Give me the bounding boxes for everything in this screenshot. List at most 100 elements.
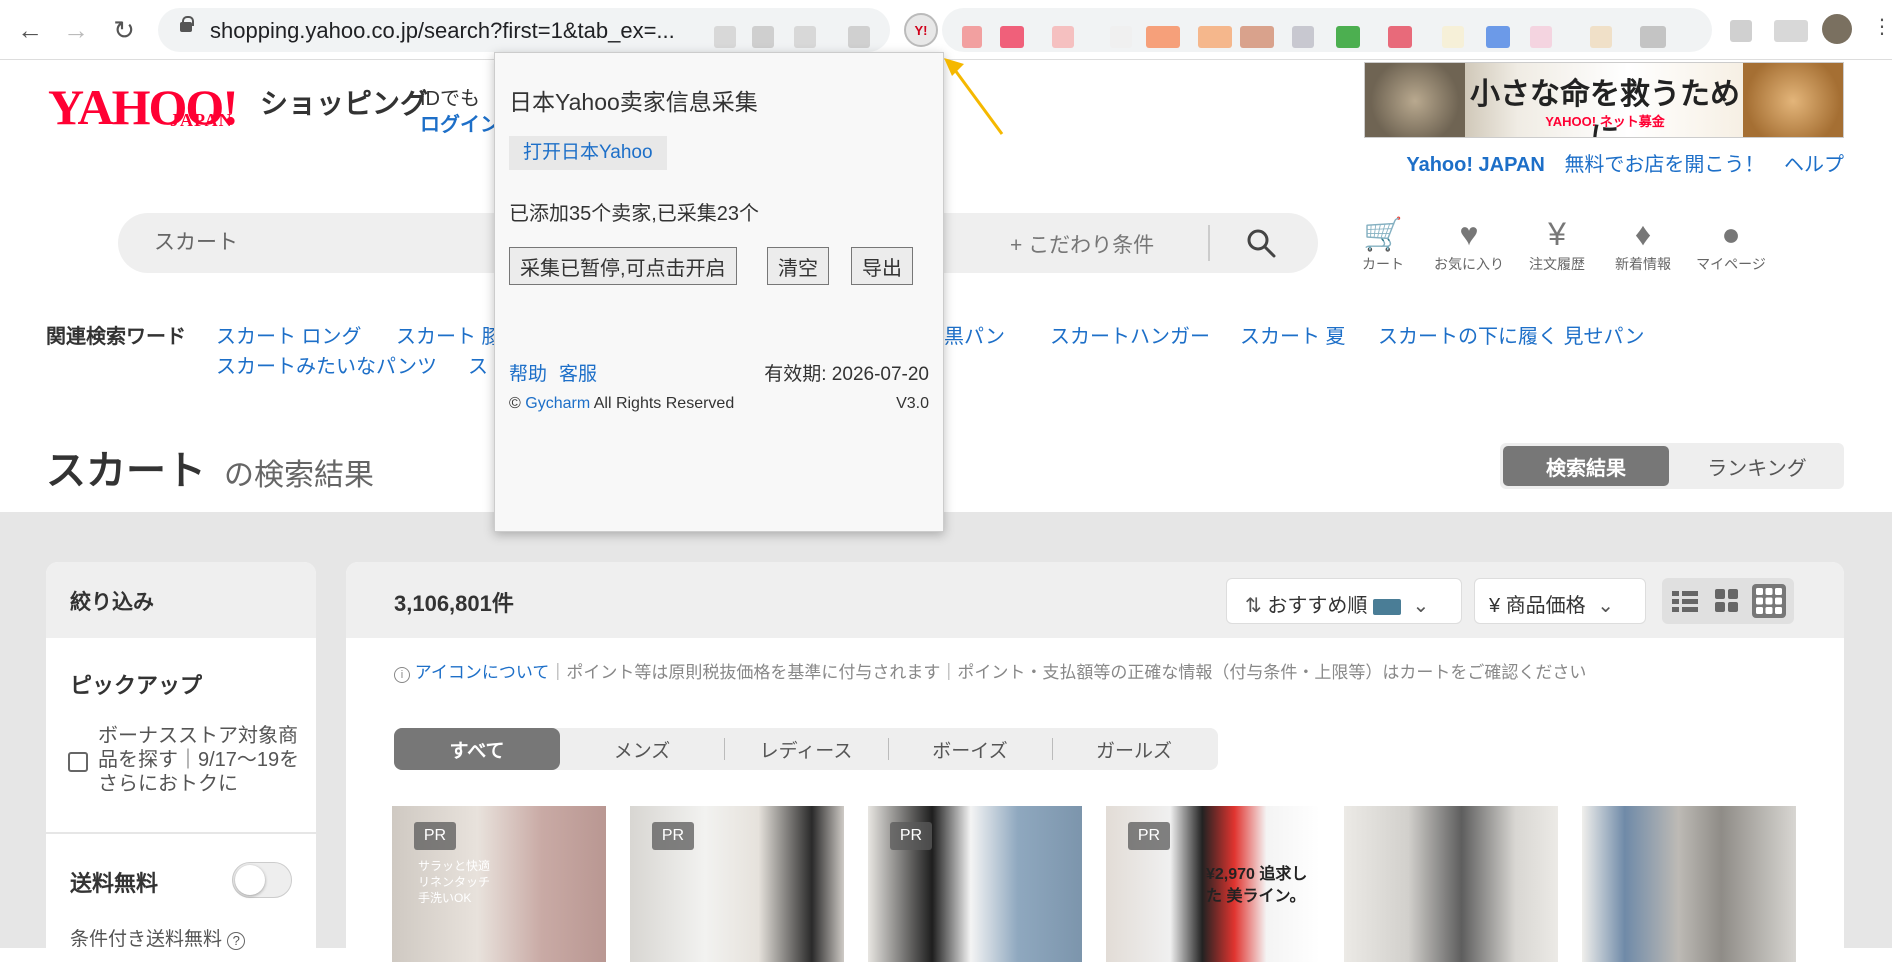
shopping-wordmark[interactable]: ショッピング [260, 82, 428, 122]
product-card[interactable] [1344, 806, 1558, 962]
help-link[interactable]: 帮助 [509, 359, 547, 386]
notice-bar: i アイコンについて｜ポイント等は原則税抜価格を基準に付与されます｜ポイント・支… [394, 658, 1586, 683]
back-icon[interactable]: ← [12, 12, 48, 48]
search-icon[interactable] [1246, 228, 1276, 258]
ext-block[interactable] [1198, 26, 1232, 48]
sort-dropdown[interactable]: ⇅ おすすめ順 ⌄ [1226, 578, 1462, 624]
ext-block[interactable] [1388, 26, 1412, 48]
product-card[interactable] [1582, 806, 1796, 962]
ext-block[interactable] [1590, 26, 1612, 48]
reload-icon[interactable]: ↻ [106, 12, 142, 48]
view-toggle: 検索結果 ランキング [1500, 443, 1844, 489]
toolbar-block[interactable] [1730, 20, 1752, 42]
notifications-button[interactable]: ♦ 新着情報 [1606, 214, 1680, 274]
help-circle-icon[interactable]: ? [227, 932, 246, 950]
blurred-block [752, 26, 774, 48]
ext-block[interactable] [1486, 26, 1510, 48]
ext-block[interactable] [962, 26, 982, 48]
related-word[interactable]: スカートみたいなパンツ [216, 350, 437, 379]
pickup-title: ピックアップ [70, 673, 203, 698]
open-yahoo-button[interactable]: 打开日本Yahoo [509, 136, 667, 170]
profile-avatar[interactable] [1822, 14, 1852, 44]
gycharm-link[interactable]: Gycharm [525, 395, 590, 412]
kodawari-condition-button[interactable]: + こだわり条件 [1010, 229, 1154, 259]
list-view-icon[interactable] [1668, 584, 1702, 618]
related-word[interactable]: ス [468, 350, 488, 379]
related-search-label: 関連検索ワード [46, 326, 186, 348]
ext-block[interactable] [1442, 26, 1464, 48]
icon-about-link[interactable]: アイコンについて [415, 663, 550, 682]
cart-label: カート [1362, 256, 1404, 272]
product-card[interactable]: PR サラッと快適 リネンタッチ 手洗いOK [392, 806, 606, 962]
conditional-shipping-text: 条件付き送料無料 [70, 929, 223, 950]
open-store-link[interactable]: 無料でお店を開こう！ [1564, 154, 1764, 176]
related-word[interactable]: 黒パン [944, 320, 1005, 349]
notifications-label: 新着情報 [1615, 256, 1671, 272]
ext-block[interactable] [1240, 26, 1274, 48]
tab-boys[interactable]: ボーイズ [888, 728, 1052, 770]
related-word[interactable]: スカート ロング [216, 320, 362, 349]
product-caption: ¥2,970 追求した 美ライン。 [1206, 866, 1308, 905]
ext-block[interactable] [1146, 26, 1180, 48]
popup-title: 日本Yahoo卖家信息采集 [509, 89, 758, 115]
cart-icon: 🛒 [1363, 216, 1403, 252]
ext-block[interactable] [1292, 26, 1314, 48]
order-history-label: 注文履歴 [1529, 256, 1585, 272]
login-link[interactable]: ログイン [420, 108, 500, 137]
tab-ladies[interactable]: レディース [724, 728, 888, 770]
ext-block[interactable] [1110, 26, 1132, 48]
ext-block[interactable] [1000, 26, 1024, 48]
related-word[interactable]: スカート 膝 [396, 320, 502, 349]
bell-icon: ♦ [1634, 216, 1652, 252]
results-panel: 3,106,801件 ⇅ おすすめ順 ⌄ ¥ 商品価格 ⌄ i アイコンについて… [346, 562, 1844, 962]
tab-ranking[interactable]: ランキング [1676, 446, 1838, 486]
bonus-store-label[interactable]: ボーナスストア対象商品を探す｜9/17〜19をさらにおトクに [98, 724, 308, 796]
ext-block[interactable] [1336, 26, 1360, 48]
url-text[interactable]: shopping.yahoo.co.jp/search?first=1&tab_… [210, 18, 675, 44]
mypage-button[interactable]: ● マイページ [1694, 214, 1768, 274]
blurred-block [794, 26, 816, 48]
collection-status: 已添加35个卖家,已采集23个 [509, 203, 760, 225]
tab-all[interactable]: すべて [394, 728, 560, 770]
gender-tabs: すべて メンズ レディース ボーイズ ガールズ [394, 728, 1218, 770]
address-bar[interactable]: shopping.yahoo.co.jp/search?first=1&tab_… [158, 8, 890, 52]
free-shipping-toggle[interactable] [232, 862, 292, 898]
ext-block[interactable] [1052, 26, 1074, 48]
favorites-button[interactable]: ♥ お気に入り [1432, 214, 1506, 274]
clear-button[interactable]: 清空 [767, 247, 829, 285]
ext-block[interactable] [1530, 26, 1552, 48]
bonus-store-checkbox[interactable] [68, 752, 88, 772]
support-link[interactable]: 客服 [559, 359, 597, 386]
toolbar-block[interactable] [1774, 20, 1808, 42]
forward-icon[interactable]: → [58, 12, 94, 48]
menu-icon[interactable]: ⋮ [1872, 14, 1892, 44]
toggle-collect-button[interactable]: 采集已暂停,可点击开启 [509, 247, 737, 285]
help-link[interactable]: ヘルプ [1784, 154, 1844, 176]
pr-badge: PR [890, 822, 932, 850]
product-card[interactable]: PR [630, 806, 844, 962]
grid-view-icon[interactable] [1710, 584, 1744, 618]
result-suffix: の検索結果 [224, 459, 374, 492]
ext-block[interactable] [1640, 26, 1666, 48]
id-prompt: IDでも [420, 88, 480, 110]
free-shipping-label: 送料無料 [70, 871, 159, 896]
related-word[interactable]: スカートの下に履く 見せパン [1378, 320, 1645, 349]
copyright-symbol: © [509, 395, 521, 412]
yahoo-extension-icon[interactable]: Y! [904, 13, 938, 47]
tab-search-results[interactable]: 検索結果 [1503, 446, 1669, 486]
export-button[interactable]: 导出 [851, 247, 913, 285]
yahoo-japan-link[interactable]: Yahoo! JAPAN [1406, 154, 1545, 176]
dense-grid-view-icon[interactable] [1752, 584, 1786, 618]
price-dropdown[interactable]: ¥ 商品価格 ⌄ [1474, 578, 1646, 624]
cart-button[interactable]: 🛒 カート [1346, 214, 1420, 274]
product-card[interactable]: PR ¥2,970 追求した 美ライン。 [1106, 806, 1320, 962]
related-word[interactable]: スカートハンガー [1050, 320, 1210, 349]
tab-girls[interactable]: ガールズ [1052, 728, 1216, 770]
order-history-button[interactable]: ¥ 注文履歴 [1520, 214, 1594, 274]
donation-banner[interactable]: 小さな命を救うために YAHOO! ネット募金 [1364, 62, 1844, 138]
user-icon: ● [1721, 216, 1741, 252]
tab-mens[interactable]: メンズ [560, 728, 724, 770]
related-word[interactable]: スカート 夏 [1240, 320, 1346, 349]
product-card[interactable]: PR [868, 806, 1082, 962]
notice-text: ｜ポイント等は原則税抜価格を基準に付与されます｜ポイント・支払額等の正確な情報（… [549, 663, 1587, 682]
